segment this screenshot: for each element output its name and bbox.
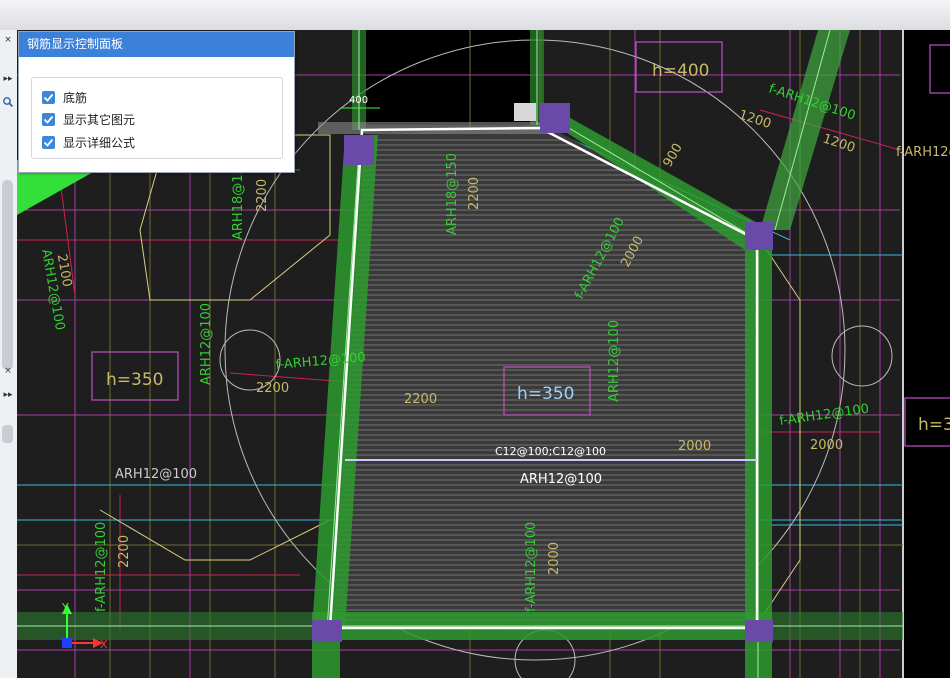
rebar-label-right-edge: f-ARH12@ xyxy=(896,145,950,160)
title-bar xyxy=(0,0,950,31)
rebar-label-arh18-center: ARH18@150 xyxy=(445,153,460,235)
left-scrollbar[interactable] xyxy=(2,180,13,370)
dim-2000-right: 2000 xyxy=(810,438,843,453)
rebar-label-c12: C12@100;C12@100 xyxy=(495,445,606,458)
dim-2200-mid: 2200 xyxy=(256,381,289,396)
h350-right-label: h=35 xyxy=(918,415,950,435)
search-icon-glyph xyxy=(3,97,14,108)
h400-label: h=400 xyxy=(652,61,709,81)
dim-2200-center: 2200 xyxy=(467,177,482,210)
close-icon[interactable]: × xyxy=(0,33,16,47)
option-show-detailed-formula[interactable]: 显示详细公式 xyxy=(42,133,135,151)
checkbox-checked-icon[interactable] xyxy=(42,90,55,104)
option-label: 显示其它图元 xyxy=(63,112,136,127)
dim-2000-bottom: 2000 xyxy=(547,542,562,575)
panel-options-group: 底筋 显示其它图元 显示详细公式 xyxy=(31,77,283,159)
rebar-label-vert-center: ARH12@100 xyxy=(607,320,622,402)
axis-x-label: X xyxy=(100,638,108,651)
option-label: 底筋 xyxy=(63,90,88,105)
rebar-label-f-bottom: f-ARH12@100 xyxy=(94,522,109,612)
axis-y-label: Y xyxy=(61,601,69,614)
checkbox-checked-icon[interactable] xyxy=(42,112,55,126)
rebar-label-vert-left: ARH12@100 xyxy=(199,303,214,385)
h350-left-label: h=350 xyxy=(106,370,163,390)
panel-title[interactable]: 钢筋显示控制面板 xyxy=(19,32,294,57)
option-show-other-elements[interactable]: 显示其它图元 xyxy=(42,110,135,128)
rebar-display-control-panel: 钢筋显示控制面板 底筋 显示其它图元 显示详细公式 xyxy=(18,31,295,173)
option-label: 显示详细公式 xyxy=(63,135,136,150)
dim-2200-left: 2200 xyxy=(255,179,270,212)
rebar-label-arh12-center: ARH12@100 xyxy=(520,472,602,487)
right-black-region xyxy=(903,30,950,678)
dim-400-label: 400 xyxy=(349,95,368,106)
search-icon[interactable] xyxy=(0,96,16,110)
option-bottom-rebar[interactable]: 底筋 xyxy=(42,88,87,106)
expand-icon[interactable]: ▸▸ xyxy=(0,388,16,402)
left-side-strip: × ▸▸ × ▸▸ xyxy=(0,30,18,678)
h350-center-label: h=350 xyxy=(517,384,574,404)
left-scrollbar-secondary[interactable] xyxy=(2,425,13,443)
close-icon[interactable]: × xyxy=(0,364,16,378)
rebar-label-arh12-bottom-left: ARH12@100 xyxy=(115,467,197,482)
dim-2200-center-h: 2200 xyxy=(404,392,437,407)
rebar-label-f-bottom-center: f-ARH12@100 xyxy=(524,522,539,612)
checkbox-checked-icon[interactable] xyxy=(42,135,55,149)
dim-2000-mid: 2000 xyxy=(678,439,711,454)
dim-2200-bottom: 2200 xyxy=(117,535,132,568)
expand-icon[interactable]: ▸▸ xyxy=(0,72,16,86)
